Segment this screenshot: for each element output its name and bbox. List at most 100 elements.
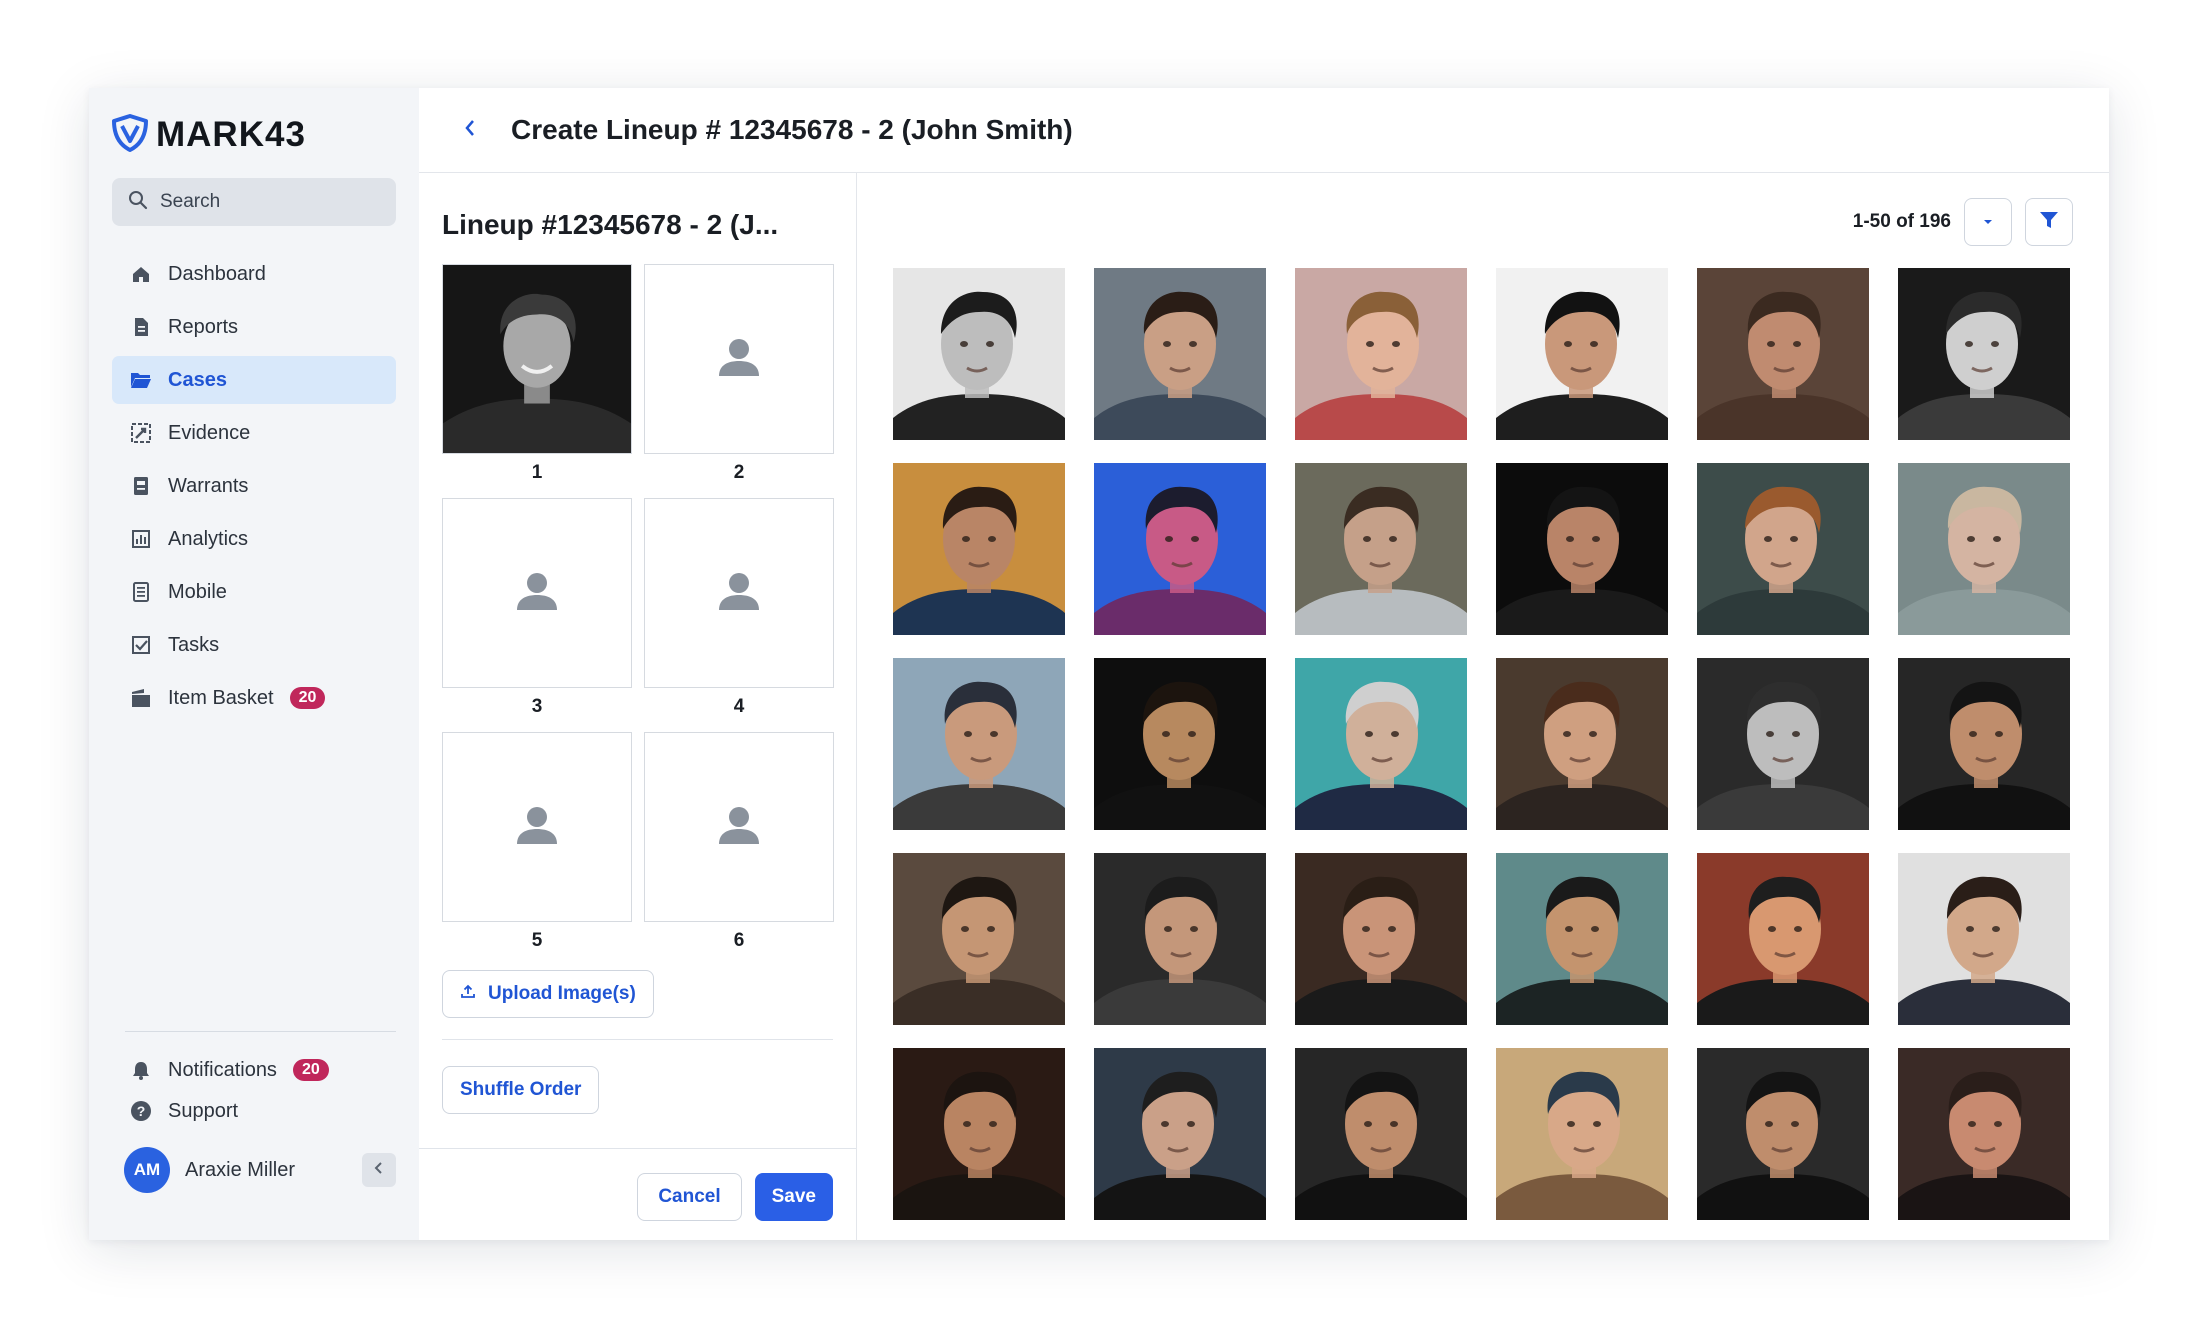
user-profile[interactable]: AM Araxie Miller <box>112 1143 396 1197</box>
candidate-photo[interactable] <box>1295 658 1467 830</box>
candidate-photo[interactable] <box>1094 1048 1266 1220</box>
candidate-photo[interactable] <box>1697 268 1869 440</box>
search-icon <box>128 190 148 215</box>
upload-images-button[interactable]: Upload Image(s) <box>442 970 654 1018</box>
candidate-photo[interactable] <box>1697 853 1869 1025</box>
sidebar-item-analytics[interactable]: Analytics <box>112 515 396 563</box>
footer-divider <box>419 1148 856 1149</box>
brand-logo[interactable]: MARK43 <box>111 113 396 155</box>
empty-slot[interactable] <box>644 498 834 688</box>
sidebar-item-tasks[interactable]: Tasks <box>112 621 396 669</box>
slot-number: 5 <box>531 930 543 951</box>
avatar: AM <box>124 1147 170 1193</box>
save-button[interactable]: Save <box>754 1173 833 1221</box>
sidebar-item-dashboard[interactable]: Dashboard <box>112 250 396 298</box>
sidebar-divider <box>125 1031 396 1032</box>
person-placeholder-icon <box>516 570 558 617</box>
pagination-text: 1-50 of 196 <box>1852 211 1951 232</box>
lineup-photo[interactable] <box>442 264 632 454</box>
person-placeholder-icon <box>516 804 558 851</box>
lineup-slot[interactable]: 2 <box>644 264 834 486</box>
candidate-photo[interactable] <box>1496 853 1668 1025</box>
notifications-badge: 20 <box>292 1059 329 1081</box>
sidebar-item-evidence[interactable]: Evidence <box>112 409 396 457</box>
candidate-photo[interactable] <box>893 1048 1065 1220</box>
lineup-slot[interactable]: 5 <box>442 732 632 954</box>
svg-text:?: ? <box>137 1103 146 1119</box>
sidebar-item-label: Dashboard <box>168 262 266 285</box>
search-input[interactable]: Search <box>112 178 396 226</box>
candidate-photo[interactable] <box>1295 853 1467 1025</box>
candidate-photo[interactable] <box>1496 268 1668 440</box>
caret-down-icon <box>1982 213 1994 231</box>
sidebar-nav: Dashboard Reports Cases Evidence Warrant… <box>112 250 396 722</box>
evidence-icon <box>130 422 152 444</box>
help-icon: ? <box>130 1100 152 1122</box>
candidate-photo[interactable] <box>893 658 1065 830</box>
sidebar-item-cases[interactable]: Cases <box>112 356 396 404</box>
lineup-content: Lineup #12345678 - 2 (J... 1 2 3 4 5 6 Upload… <box>419 173 2109 1240</box>
lineup-slots: 1 2 3 4 5 6 <box>442 264 834 954</box>
empty-slot[interactable] <box>442 732 632 922</box>
app-window: MARK43 Search Dashboard Reports Cases Ev… <box>89 88 2109 1240</box>
candidate-photo[interactable] <box>1295 463 1467 635</box>
lineup-slot[interactable]: 6 <box>644 732 834 954</box>
candidate-photo[interactable] <box>1094 853 1266 1025</box>
empty-slot[interactable] <box>644 732 834 922</box>
slot-number: 3 <box>531 696 543 717</box>
candidate-photo[interactable] <box>893 268 1065 440</box>
candidate-photo[interactable] <box>1094 658 1266 830</box>
lineup-slot[interactable]: 4 <box>644 498 834 720</box>
cancel-button[interactable]: Cancel <box>637 1173 742 1221</box>
sidebar-item-support[interactable]: ? Support <box>112 1087 396 1135</box>
page-dropdown-button[interactable] <box>1964 198 2012 246</box>
lineup-title: Lineup #12345678 - 2 (J... <box>442 209 779 240</box>
candidate-photo[interactable] <box>1697 1048 1869 1220</box>
photo-gallery: 1-50 of 196 <box>857 173 2109 1240</box>
sidebar-item-label: Mobile <box>168 580 227 603</box>
candidate-photo[interactable] <box>1295 1048 1467 1220</box>
candidate-photo[interactable] <box>893 853 1065 1025</box>
shuffle-order-button[interactable]: Shuffle Order <box>442 1066 600 1114</box>
candidate-photo[interactable] <box>1496 463 1668 635</box>
candidate-photo[interactable] <box>893 463 1065 635</box>
chevron-left-icon <box>465 119 474 136</box>
candidate-photo[interactable] <box>1697 658 1869 830</box>
person-placeholder-icon <box>718 570 760 617</box>
candidate-photo[interactable] <box>1295 268 1467 440</box>
candidate-photo[interactable] <box>1094 463 1266 635</box>
candidate-photo[interactable] <box>1898 268 2070 440</box>
candidate-photo[interactable] <box>1898 463 2070 635</box>
empty-slot[interactable] <box>442 498 632 688</box>
candidate-photo[interactable] <box>1094 268 1266 440</box>
sidebar-item-label: Evidence <box>168 421 251 444</box>
collapse-sidebar-button[interactable] <box>362 1153 396 1187</box>
candidate-photo[interactable] <box>1898 1048 2070 1220</box>
sidebar-item-warrants[interactable]: Warrants <box>112 462 396 510</box>
candidate-photo[interactable] <box>1898 853 2070 1025</box>
lineup-slot[interactable]: 3 <box>442 498 632 720</box>
home-icon <box>130 263 152 285</box>
sidebar-item-mobile[interactable]: Mobile <box>112 568 396 616</box>
page-title: Create Lineup # 12345678 - 2 (John Smith… <box>511 114 1073 145</box>
slot-number: 4 <box>733 696 745 717</box>
candidate-photo[interactable] <box>1898 658 2070 830</box>
candidate-photo[interactable] <box>1697 463 1869 635</box>
slot-number: 1 <box>531 462 543 483</box>
form-actions: Cancel Save <box>637 1173 833 1221</box>
sidebar-item-item-basket[interactable]: Item Basket 20 <box>112 674 396 722</box>
lineup-slot[interactable]: 1 <box>442 264 632 486</box>
suspect-photo <box>443 265 631 453</box>
filter-button[interactable] <box>2025 198 2073 246</box>
document-icon <box>130 316 152 338</box>
warrant-icon <box>130 475 152 497</box>
upload-label: Upload Image(s) <box>488 983 636 1004</box>
photo-grid <box>893 268 2070 1220</box>
sidebar-item-reports[interactable]: Reports <box>112 303 396 351</box>
back-button[interactable] <box>463 118 477 143</box>
candidate-photo[interactable] <box>1496 1048 1668 1220</box>
empty-slot[interactable] <box>644 264 834 454</box>
page-header: Create Lineup # 12345678 - 2 (John Smith… <box>419 88 2109 173</box>
candidate-photo[interactable] <box>1496 658 1668 830</box>
mobile-icon <box>130 581 152 603</box>
